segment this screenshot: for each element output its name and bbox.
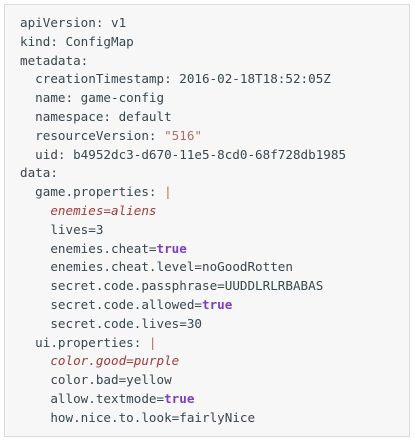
code-text: data:: [20, 165, 58, 181]
code-text: allow.textmode=: [50, 390, 165, 406]
code-keyword: true: [164, 390, 195, 406]
code-line: secret.code.allowed=true: [20, 296, 409, 315]
code-text: metadata:: [20, 52, 89, 68]
code-line: color.good=purple: [20, 352, 409, 371]
code-line: ui.properties: |: [20, 334, 409, 353]
code-text: enemies.cheat=: [50, 240, 157, 256]
code-text: enemies.cheat.level=noGoodRotten: [50, 259, 293, 275]
code-line: kind: ConfigMap: [20, 33, 409, 52]
code-line: enemies.cheat=true: [20, 240, 409, 259]
code-italic-value: enemies=aliens: [50, 202, 157, 218]
code-line: namespace: default: [20, 108, 409, 127]
code-text: secret.code.allowed=: [50, 296, 202, 312]
code-text: ui.properties:: [35, 334, 149, 350]
code-text: kind: ConfigMap: [20, 33, 134, 49]
code-text: color.bad=yellow: [50, 372, 172, 388]
code-line: uid: b4952dc3-d670-11e5-8cd0-68f728db198…: [20, 146, 409, 165]
code-string: |: [148, 334, 157, 350]
code-text: namespace: default: [35, 108, 172, 124]
code-line: creationTimestamp: 2016-02-18T18:52:05Z: [20, 70, 409, 89]
code-text: secret.code.passphrase=UUDDLRLRBABAS: [50, 278, 324, 294]
code-text: resourceVersion:: [35, 127, 165, 143]
code-text: secret.code.lives=30: [50, 315, 202, 331]
code-line: allow.textmode=true: [20, 390, 409, 409]
code-line: lives=3: [20, 221, 409, 240]
code-line: game.properties: |: [20, 183, 409, 202]
code-line: secret.code.passphrase=UUDDLRLRBABAS: [20, 277, 409, 296]
code-line: resourceVersion: "516": [20, 127, 409, 146]
code-line: enemies=aliens: [20, 202, 409, 221]
code-line: enemies.cheat.level=noGoodRotten: [20, 258, 409, 277]
code-text: creationTimestamp: 2016-02-18T18:52:05Z: [35, 71, 331, 87]
code-text: how.nice.to.look=fairlyNice: [50, 409, 256, 425]
code-line: name: game-config: [20, 89, 409, 108]
yaml-code-block: apiVersion: v1 kind: ConfigMap metadata: c…: [4, 4, 410, 437]
code-line: data:: [20, 164, 409, 183]
code-string: "516": [164, 127, 202, 143]
code-line: secret.code.lives=30: [20, 315, 409, 334]
code-keyword: true: [156, 240, 187, 256]
code-text: lives=3: [50, 221, 104, 237]
code-text: name: game-config: [35, 90, 165, 106]
code-lines: apiVersion: v1 kind: ConfigMap metadata: c…: [20, 14, 409, 428]
code-text: apiVersion: v1: [20, 15, 127, 30]
code-string: |: [164, 184, 172, 200]
code-line: metadata:: [20, 52, 409, 71]
code-text: uid: b4952dc3-d670-11e5-8cd0-68f728db198…: [35, 146, 347, 162]
code-line: how.nice.to.look=fairlyNice: [20, 409, 409, 428]
code-italic-value: color.good=purple: [50, 353, 180, 369]
code-line: apiVersion: v1: [20, 14, 409, 33]
code-keyword: true: [202, 296, 233, 312]
code-text: game.properties:: [35, 184, 165, 200]
code-line: color.bad=yellow: [20, 371, 409, 390]
